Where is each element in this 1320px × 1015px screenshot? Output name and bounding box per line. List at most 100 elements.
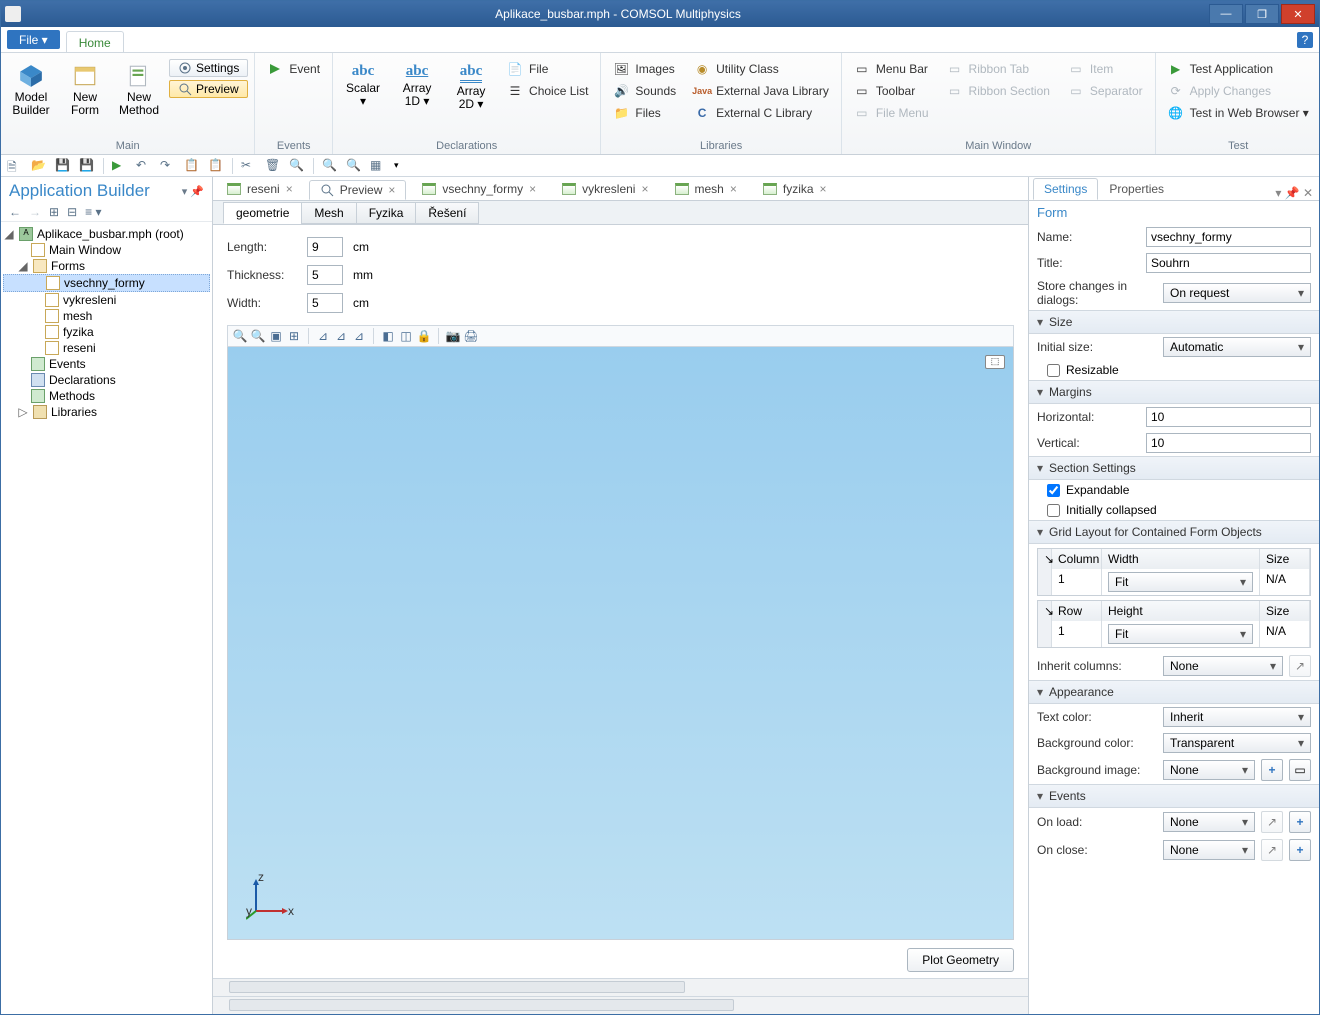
array1d-button[interactable]: abcArray 1D ▾ (393, 59, 441, 108)
margins-section[interactable]: ▾Margins (1029, 380, 1319, 404)
collapsed-checkbox[interactable] (1047, 504, 1060, 517)
open-icon[interactable]: 📂 (31, 158, 47, 174)
view-badge[interactable]: ⬚ (985, 355, 1005, 369)
pin-icon[interactable]: ▾ 📌 (182, 185, 204, 198)
close-tab-icon[interactable]: × (286, 182, 293, 196)
plot-geometry-button[interactable]: Plot Geometry (907, 948, 1014, 972)
zoomext-icon[interactable]: ⊞ (286, 328, 302, 344)
snapshot-icon[interactable]: 📷 (445, 328, 461, 344)
close-tab-icon[interactable]: × (388, 183, 395, 197)
vertical-input[interactable] (1146, 433, 1311, 453)
test-app-button[interactable]: ▶Test Application (1162, 59, 1315, 79)
subtab-fyzika[interactable]: Fyzika (356, 202, 417, 224)
copy-icon[interactable]: 📋 (184, 158, 200, 174)
collapse-icon[interactable]: ⊟ (67, 205, 77, 219)
subtab-geometrie[interactable]: geometrie (223, 202, 302, 224)
tree-libraries[interactable]: ▷Libraries (3, 404, 210, 420)
textcolor-select[interactable]: Inherit▾ (1163, 707, 1311, 727)
transparency-icon[interactable]: ◫ (398, 328, 414, 344)
expand-icon[interactable]: ⊞ (49, 205, 59, 219)
tab-fyzika[interactable]: fyzika× (753, 180, 837, 200)
resizable-checkbox[interactable] (1047, 364, 1060, 377)
tab-settings[interactable]: Settings (1033, 178, 1098, 200)
array2d-button[interactable]: abcArray 2D ▾ (447, 59, 495, 111)
subtab-reseni[interactable]: Řešení (415, 202, 479, 224)
onload-goto-button[interactable]: ↗ (1261, 811, 1283, 833)
images-button[interactable]: 🖼Images (607, 59, 682, 79)
tree-declarations[interactable]: Declarations (3, 372, 210, 388)
add-image-button[interactable]: + (1261, 759, 1283, 781)
settings-toggle[interactable]: Settings (169, 59, 248, 77)
utility-class-button[interactable]: ◉Utility Class (688, 59, 835, 79)
inherit-goto-button[interactable]: ↗ (1289, 655, 1311, 677)
scalar-button[interactable]: abcScalar▾ (339, 59, 387, 108)
width-input[interactable] (307, 293, 343, 313)
tab-vsechny[interactable]: vsechny_formy× (412, 180, 546, 200)
zoomin-icon[interactable]: 🔍 (322, 158, 338, 174)
col-width-select[interactable]: Fit▾ (1108, 572, 1253, 592)
graphics-canvas[interactable]: ⬚ z x y (227, 347, 1014, 940)
name-input[interactable] (1146, 227, 1311, 247)
help-button[interactable]: ? (1297, 32, 1313, 48)
grid-layout-section[interactable]: ▾Grid Layout for Contained Form Objects (1029, 520, 1319, 544)
onload-select[interactable]: None▾ (1163, 812, 1255, 832)
tree-methods[interactable]: Methods (3, 388, 210, 404)
default-view-icon[interactable]: ◧ (380, 328, 396, 344)
model-builder-button[interactable]: Model Builder (7, 59, 55, 117)
h-scrollbar[interactable] (213, 978, 1028, 996)
tab-home[interactable]: Home (66, 31, 124, 52)
fwd-icon[interactable]: → (29, 205, 41, 219)
ext-c-button[interactable]: CExternal C Library (688, 103, 835, 123)
size-section[interactable]: ▾Size (1029, 310, 1319, 334)
onclose-goto-button[interactable]: ↗ (1261, 839, 1283, 861)
grid-icon[interactable]: ▦ (370, 158, 386, 174)
undo-icon[interactable]: ↶ (136, 158, 152, 174)
save-icon[interactable]: 💾 (55, 158, 71, 174)
back-icon[interactable]: ← (9, 205, 21, 219)
zoomext-icon[interactable]: 🔍 (346, 158, 362, 174)
files-button[interactable]: 📁Files (607, 103, 682, 123)
row-height-select[interactable]: Fit▾ (1108, 624, 1253, 644)
section-settings-section[interactable]: ▾Section Settings (1029, 456, 1319, 480)
subtab-mesh[interactable]: Mesh (301, 202, 356, 224)
onload-add-button[interactable]: + (1289, 811, 1311, 833)
choice-list-button[interactable]: ☰Choice List (501, 81, 594, 101)
tree-form-mesh[interactable]: mesh (3, 308, 210, 324)
events-section[interactable]: ▾Events (1029, 784, 1319, 808)
file-decl-button[interactable]: 📄File (501, 59, 594, 79)
inherit-select[interactable]: None▾ (1163, 656, 1283, 676)
menubar-button[interactable]: ▭Menu Bar (848, 59, 935, 79)
new-form-button[interactable]: New Form (61, 59, 109, 117)
xy-view-icon[interactable]: ⊿ (315, 328, 331, 344)
ext-java-button[interactable]: JavaExternal Java Library (688, 81, 835, 101)
tab-vykresleni[interactable]: vykresleni× (552, 180, 658, 200)
close-button[interactable]: ✕ (1281, 4, 1315, 24)
tab-preview[interactable]: Preview× (309, 180, 407, 200)
zoomout-icon[interactable]: 🔍 (250, 328, 266, 344)
new-icon[interactable]: 🗎 (7, 158, 23, 174)
expandable-checkbox[interactable] (1047, 484, 1060, 497)
tree-form-vykresleni[interactable]: vykresleni (3, 292, 210, 308)
h-scrollbar-2[interactable] (213, 996, 1028, 1014)
onclose-add-button[interactable]: + (1289, 839, 1311, 861)
tree-form-vsechny[interactable]: vsechny_formy (3, 274, 210, 292)
cut-icon[interactable]: ✂ (241, 158, 257, 174)
close-tab-icon[interactable]: × (730, 182, 737, 196)
delete-icon[interactable]: 🗑 (265, 158, 281, 174)
horizontal-input[interactable] (1146, 407, 1311, 427)
redo-icon[interactable]: ↷ (160, 158, 176, 174)
appearance-section[interactable]: ▾Appearance (1029, 680, 1319, 704)
titlebar[interactable]: Aplikace_busbar.mph - COMSOL Multiphysic… (1, 1, 1319, 27)
tab-mesh[interactable]: mesh× (665, 180, 747, 200)
bgimage-select[interactable]: None▾ (1163, 760, 1255, 780)
zoomin-icon[interactable]: 🔍 (232, 328, 248, 344)
close-tab-icon[interactable]: × (641, 182, 648, 196)
paste-icon[interactable]: 📋 (208, 158, 224, 174)
panel-menu-icon[interactable]: ▾ 📌 ✕ (1269, 186, 1319, 200)
tree-root[interactable]: ◢AAplikace_busbar.mph (root) (3, 226, 210, 242)
maximize-button[interactable]: ❐ (1245, 4, 1279, 24)
onclose-select[interactable]: None▾ (1163, 840, 1255, 860)
browse-image-button[interactable]: ▭ (1289, 759, 1311, 781)
tree-mainwindow[interactable]: Main Window (3, 242, 210, 258)
run-icon[interactable]: ▶ (112, 158, 128, 174)
